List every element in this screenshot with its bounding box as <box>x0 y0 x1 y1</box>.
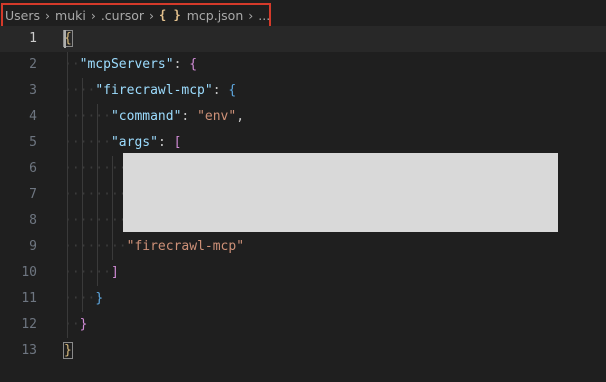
line-number: 7 <box>29 187 37 202</box>
line-number: 13 <box>21 343 37 358</box>
text-cursor <box>64 30 66 48</box>
bracket-close: } <box>63 342 73 359</box>
chevron-right-icon: › <box>90 7 96 23</box>
code-line[interactable]: 9 ········"firecrawl-mcp" <box>0 234 606 260</box>
breadcrumb-item-cursor[interactable]: .cursor <box>101 8 144 23</box>
chevron-right-icon: › <box>45 7 51 23</box>
line-number: 6 <box>29 161 37 176</box>
breadcrumb-item-mcp-json[interactable]: mcp.json <box>187 8 244 23</box>
code-line[interactable]: 11 ····} <box>0 286 606 312</box>
json-key: "command" <box>110 109 182 124</box>
line-number: 10 <box>21 265 37 280</box>
chevron-right-icon: › <box>149 7 155 23</box>
line-number: 8 <box>29 213 37 228</box>
line-number: 1 <box>29 31 37 46</box>
code-line[interactable]: 3 ····"firecrawl-mcp": { <box>0 78 606 104</box>
redacted-block <box>123 153 558 232</box>
colon: : <box>212 83 229 98</box>
bracket-close: ] <box>110 265 119 280</box>
code-line[interactable]: 4 ······"command": "env", <box>0 104 606 130</box>
bracket-open: [ <box>173 135 182 150</box>
line-number: 2 <box>29 57 37 72</box>
colon: : <box>173 57 190 72</box>
bracket-close: } <box>79 317 88 332</box>
colon: : <box>157 135 174 150</box>
code-line[interactable]: 2 ··"mcpServers": { <box>0 52 606 78</box>
json-file-icon: { } <box>159 8 181 22</box>
comma: , <box>236 109 245 124</box>
bracket-close: } <box>95 291 104 306</box>
code-line[interactable]: 13 } <box>0 338 606 364</box>
line-number: 3 <box>29 83 37 98</box>
line-number: 9 <box>29 239 37 254</box>
bracket-open: { <box>228 83 237 98</box>
code-line[interactable]: 12 ··} <box>0 312 606 338</box>
breadcrumb-item-muki[interactable]: muki <box>55 8 86 23</box>
line-number: 11 <box>21 291 37 306</box>
code-line[interactable]: 1 { <box>0 26 606 52</box>
json-key: "args" <box>110 135 158 150</box>
code-line[interactable]: 10 ······] <box>0 260 606 286</box>
json-key: "firecrawl-mcp" <box>95 83 213 98</box>
editor-window: Users › muki › .cursor › { } mcp.json › … <box>0 0 606 382</box>
line-number: 5 <box>29 135 37 150</box>
json-string-value: "env" <box>197 109 237 124</box>
json-string-value: "firecrawl-mcp" <box>126 239 245 254</box>
breadcrumb-item-users[interactable]: Users <box>5 8 40 23</box>
colon: : <box>181 109 198 124</box>
line-number: 12 <box>21 317 37 332</box>
line-number: 4 <box>29 109 37 124</box>
bracket-open: { <box>189 57 198 72</box>
breadcrumb-item-symbols[interactable]: ... <box>258 8 270 23</box>
json-key: "mcpServers" <box>79 57 174 72</box>
chevron-right-icon: › <box>248 7 254 23</box>
